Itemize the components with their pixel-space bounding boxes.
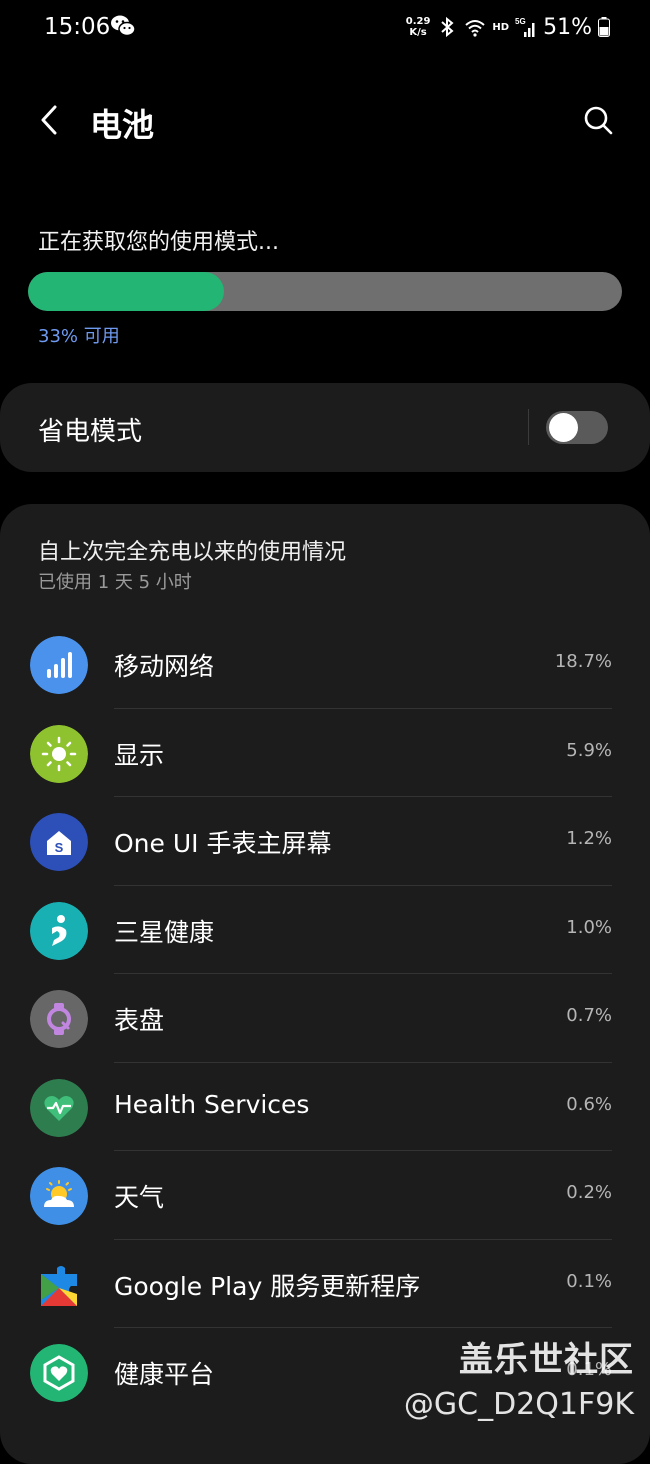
app-usage-percent: 5.9% [566, 739, 612, 761]
battery-status-icon [598, 17, 610, 37]
watermark-user-handle: @GC_D2Q1F9K [403, 1387, 634, 1422]
usage-pattern-status: 正在获取您的使用模式... [38, 230, 279, 255]
net-speed-value: 0.29 [405, 16, 431, 27]
search-icon[interactable] [582, 104, 614, 136]
power-saving-label: 省电模式 [38, 417, 143, 447]
app-name: One UI 手表主屏幕 [114, 829, 332, 858]
watermark-community-name: 盖乐世社区 [459, 1340, 634, 1380]
app-name: 移动网络 [114, 652, 215, 681]
5g-signal-icon: 5G [515, 17, 535, 37]
page-title: 电池 [90, 106, 155, 144]
net-speed-unit: K/s [409, 27, 427, 38]
weather-icon [30, 1167, 88, 1225]
wifi-icon [465, 20, 486, 37]
app-name: 表盘 [114, 1006, 165, 1035]
app-name: Health Services [114, 1089, 310, 1119]
app-usage-percent: 1.0% [566, 916, 612, 938]
bluetooth-icon [441, 16, 454, 38]
mobile-network-icon [30, 636, 88, 694]
usage-subtitle: 已使用 1 天 5 小时 [38, 572, 192, 593]
hd-voice-indicator: HD [492, 21, 510, 33]
health-platform-icon [30, 1344, 88, 1402]
usage-since-charge-card: 自上次完全充电以来的使用情况 已使用 1 天 5 小时 移动网络 18.7% 显… [0, 504, 650, 1464]
usage-title: 自上次完全充电以来的使用情况 [38, 540, 347, 565]
power-saving-toggle[interactable] [546, 411, 608, 444]
battery-level-fill [28, 272, 225, 311]
app-usage-percent: 0.2% [566, 1182, 612, 1203]
list-item-google-play-services[interactable]: Google Play 服务更新程序 0.1% [0, 1240, 650, 1328]
app-name: 三星健康 [114, 917, 215, 947]
app-usage-percent: 0.7% [566, 1005, 612, 1026]
list-item-oneui-watch-home[interactable]: S One UI 手表主屏幕 1.2% [0, 797, 650, 886]
status-bar: 15:06 0.29 K/s HD 5G 51% [0, 0, 650, 56]
display-brightness-icon [30, 724, 88, 783]
status-time: 15:06 [44, 14, 111, 40]
health-services-icon [30, 1078, 88, 1137]
samsung-health-icon [30, 901, 88, 960]
app-usage-percent: 18.7% [554, 651, 612, 672]
app-name: 显示 [114, 740, 165, 770]
toggle-knob [549, 413, 578, 442]
net-speed: 0.29 K/s [406, 16, 431, 38]
battery-percent: 51% [543, 14, 592, 40]
google-play-services-icon [30, 1256, 88, 1314]
svg-text:S: S [55, 840, 64, 855]
app-usage-percent: 0.1% [566, 1270, 612, 1292]
list-item-display[interactable]: 显示 5.9% [0, 709, 650, 797]
app-name: 健康平台 [114, 1360, 215, 1389]
list-item-samsung-health[interactable]: 三星健康 1.0% [0, 886, 650, 974]
back-icon[interactable] [36, 102, 62, 138]
wechat-notification-icon [111, 15, 136, 37]
svg-text:5G: 5G [515, 17, 526, 26]
status-icons: 0.29 K/s HD 5G 51% [406, 12, 610, 42]
app-name: Google Play 服务更新程序 [114, 1271, 421, 1301]
list-item-mobile-network[interactable]: 移动网络 18.7% [0, 620, 650, 709]
list-item-watch-face[interactable]: 表盘 0.7% [0, 974, 650, 1063]
power-saving-row[interactable]: 省电模式 [0, 383, 650, 472]
community-watermark: 盖乐世社区 @GC_D2Q1F9K [404, 1332, 634, 1422]
watch-face-icon [30, 990, 88, 1048]
oneui-watch-home-icon: S [30, 813, 88, 871]
app-usage-list: 移动网络 18.7% 显示 5.9% S One UI 手表主屏幕 1.2% 三… [0, 620, 650, 1417]
app-usage-percent: 0.6% [566, 1093, 612, 1115]
list-item-health-services[interactable]: Health Services 0.6% [0, 1063, 650, 1151]
power-saving-divider [528, 409, 529, 445]
battery-level-bar [28, 272, 622, 311]
battery-available-label: 33% 可用 [38, 326, 120, 347]
app-usage-percent: 1.2% [566, 828, 612, 849]
list-item-weather[interactable]: 天气 0.2% [0, 1151, 650, 1240]
app-name: 天气 [114, 1183, 165, 1212]
